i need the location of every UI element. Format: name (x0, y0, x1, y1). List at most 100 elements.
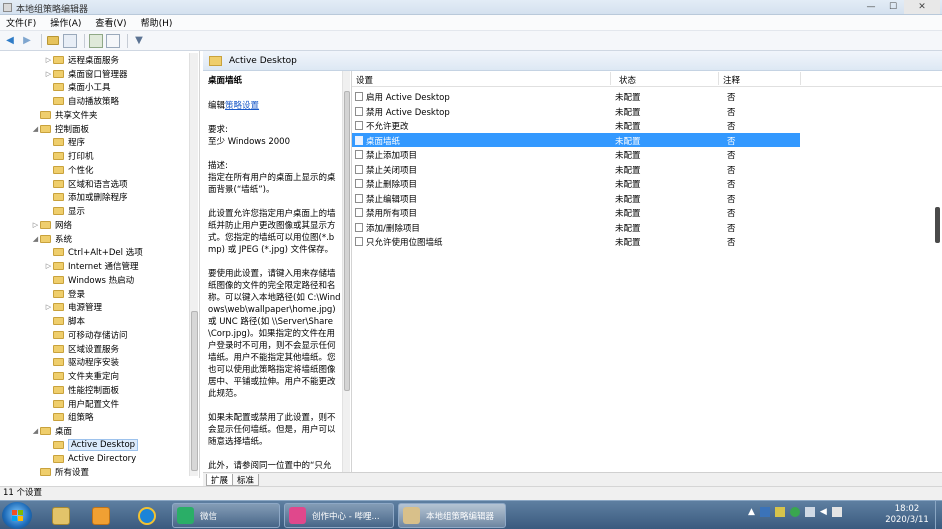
column-divider[interactable] (718, 72, 719, 85)
description-scrollbar[interactable] (342, 71, 350, 472)
description-scroll-thumb[interactable] (344, 91, 350, 391)
tray-app-icon[interactable] (759, 507, 770, 517)
tray-app-icon[interactable] (831, 507, 842, 517)
setting-row[interactable]: 禁止添加项目 未配置 否 (352, 147, 800, 162)
expand-toggle-icon[interactable]: ▷ (44, 303, 53, 311)
setting-row[interactable]: 禁止关闭项目 未配置 否 (352, 162, 800, 177)
tree-item[interactable]: 文件夹重定向 (44, 369, 119, 383)
close-button[interactable]: ✕ (904, 0, 940, 14)
tree-item[interactable]: Windows 热启动 (44, 273, 134, 287)
menu-file[interactable]: 文件(F) (6, 16, 36, 29)
tree-item[interactable]: 组策略 (44, 411, 94, 425)
setting-row[interactable]: 禁止删除项目 未配置 否 (352, 176, 800, 191)
setting-row[interactable]: 不允许更改 未配置 否 (352, 118, 800, 133)
expand-toggle-icon[interactable]: ▷ (31, 221, 40, 229)
tab-extended[interactable]: 扩展 (206, 474, 234, 486)
list-scrollbar[interactable] (935, 207, 940, 243)
expand-toggle-icon[interactable]: ▷ (44, 262, 53, 270)
network-icon[interactable] (804, 507, 815, 517)
taskbar-task[interactable]: 微信 (172, 503, 280, 528)
menu-action[interactable]: 操作(A) (50, 16, 81, 29)
setting-row[interactable]: 桌面墙纸 未配置 否 (352, 132, 800, 147)
tree-item[interactable]: 共享文件夹 (31, 108, 98, 122)
menu-help[interactable]: 帮助(H) (141, 16, 173, 29)
menu-view[interactable]: 查看(V) (95, 16, 126, 29)
tree-item[interactable]: ◢ 系统 (31, 232, 72, 246)
tree-item[interactable]: 区域设置服务 (44, 342, 119, 356)
expand-toggle-icon[interactable]: ▷ (44, 70, 53, 78)
start-button[interactable] (2, 502, 32, 529)
setting-row[interactable]: 只允许使用位图墙纸 未配置 否 (352, 234, 800, 249)
taskbar-task[interactable]: 创作中心 - 哔哩... (284, 503, 394, 528)
filter-button[interactable]: ▼ (132, 34, 146, 48)
tab-standard[interactable]: 标准 (232, 474, 260, 486)
expand-toggle-icon[interactable]: ◢ (31, 125, 40, 133)
tree-item[interactable]: ▷ 桌面窗口管理器 (44, 67, 128, 81)
tree-scrollbar[interactable] (189, 53, 198, 476)
tree-item[interactable]: 性能控制面板 (44, 383, 119, 397)
column-divider[interactable] (610, 72, 611, 85)
back-button[interactable]: ◀ (3, 34, 17, 48)
tree-item[interactable]: 桌面小工具 (44, 81, 111, 95)
expand-toggle-icon[interactable]: ▷ (44, 56, 53, 64)
tree-item[interactable]: 所有设置 (31, 466, 89, 478)
column-comment[interactable]: 注释 (723, 74, 740, 86)
setting-row[interactable]: 添加/删除项目 未配置 否 (352, 220, 800, 235)
tree-item[interactable]: ▷ 网络 (31, 218, 72, 232)
expand-toggle-icon[interactable]: ◢ (31, 427, 40, 435)
setting-name: 桌面墙纸 (366, 136, 401, 147)
tree-item[interactable]: 脚本 (44, 314, 85, 328)
show-hide-tree-button[interactable] (63, 33, 77, 48)
setting-row[interactable]: 禁用所有项目 未配置 否 (352, 205, 800, 220)
help-button[interactable] (106, 33, 120, 48)
tree-item[interactable]: ◢ 桌面 (31, 424, 72, 438)
forward-button[interactable]: ▶ (20, 34, 34, 48)
taskbar-ie[interactable] (130, 503, 164, 528)
tree-item[interactable]: 程序 (44, 136, 85, 150)
show-desktop-button[interactable] (935, 501, 942, 529)
tray-app-icon[interactable] (789, 507, 800, 517)
minimize-button[interactable]: — (860, 0, 882, 14)
tree-item[interactable]: Active Desktop (44, 438, 139, 452)
clock[interactable]: 18:02 2020/3/11 (880, 504, 934, 526)
tree-scroll-thumb[interactable] (191, 311, 198, 471)
edit-policy-link[interactable]: 策略设置 (225, 101, 259, 111)
setting-comment: 否 (727, 93, 736, 103)
tree-item[interactable]: ▷ Internet 通信管理 (44, 259, 138, 273)
folder-icon (53, 97, 64, 105)
tree-item[interactable]: ▷ 远程桌面服务 (44, 53, 119, 67)
tree-item[interactable]: 用户配置文件 (44, 397, 119, 411)
tree-item[interactable]: 区域和语言选项 (44, 177, 128, 191)
tree-item[interactable]: 驱动程序安装 (44, 356, 119, 370)
setting-row[interactable]: 禁止编辑项目 未配置 否 (352, 191, 800, 206)
taskbar-media-player[interactable] (84, 503, 118, 528)
taskbar-task[interactable]: 本地组策略编辑器 (398, 503, 506, 528)
tree-item[interactable]: 登录 (44, 287, 85, 301)
maximize-button[interactable]: ☐ (882, 0, 904, 14)
expand-toggle-icon[interactable]: ◢ (31, 235, 40, 243)
tree-item[interactable]: 添加或删除程序 (44, 191, 128, 205)
tree-item[interactable]: 打印机 (44, 149, 94, 163)
system-tray: ▲ ◀ (748, 507, 847, 517)
tree-item[interactable]: 个性化 (44, 163, 94, 177)
tray-shield-icon[interactable] (774, 507, 785, 517)
setting-row[interactable]: 启用 Active Desktop 未配置 否 (352, 89, 800, 104)
tree-item[interactable]: Active Directory (44, 452, 136, 466)
column-divider[interactable] (800, 72, 801, 85)
volume-icon[interactable]: ◀ (820, 507, 827, 517)
tree-item[interactable]: ◢ 控制面板 (31, 122, 89, 136)
tree-item[interactable]: 自动播放策略 (44, 94, 119, 108)
setting-comment: 否 (727, 136, 736, 147)
tree-item[interactable]: Ctrl+Alt+Del 选项 (44, 246, 143, 260)
export-list-button[interactable] (89, 33, 103, 48)
tray-chevron-icon[interactable]: ▲ (748, 507, 755, 517)
setting-row[interactable]: 禁用 Active Desktop 未配置 否 (352, 104, 800, 119)
tree-item[interactable]: 可移动存储访问 (44, 328, 128, 342)
navigation-tree[interactable]: ▷ 远程桌面服务 ▷ 桌面窗口管理器 桌面小工具 自动播放策略 共享文件夹 ◢ 控制面板 程序 打印… (0, 51, 200, 478)
up-folder-button[interactable] (46, 34, 60, 48)
column-setting[interactable]: 设置 (356, 74, 373, 86)
column-state[interactable]: 状态 (619, 74, 636, 86)
tree-item[interactable]: 显示 (44, 204, 85, 218)
tree-item[interactable]: ▷ 电源管理 (44, 301, 102, 315)
taskbar-explorer[interactable] (44, 503, 78, 528)
